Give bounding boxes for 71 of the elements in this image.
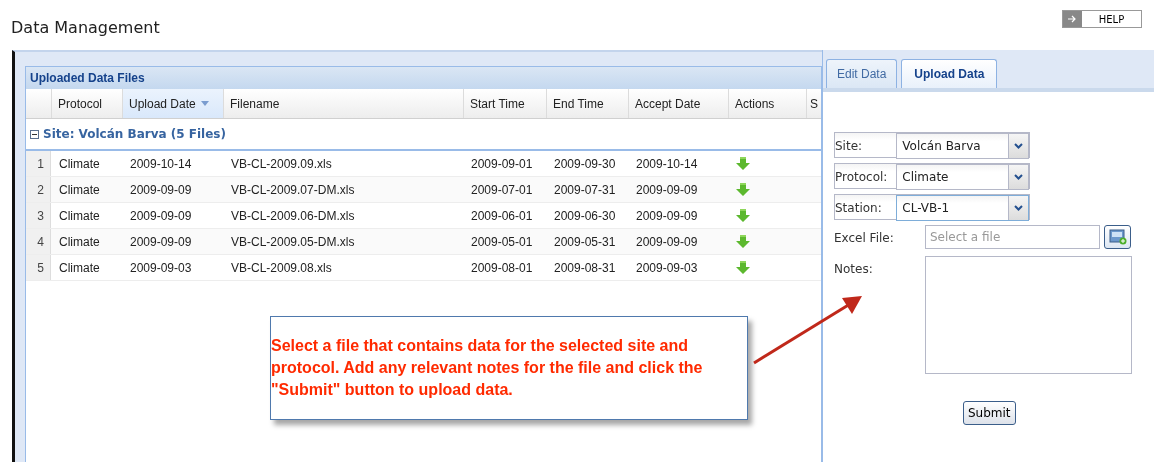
chevron-down-icon[interactable] [1014, 205, 1023, 211]
column-header[interactable]: Accept Date [628, 89, 728, 118]
field-label: Notes: [834, 261, 874, 276]
row-number: 5 [26, 255, 51, 280]
table-cell-text: 2009-06-01 [470, 207, 534, 225]
table-cell-text: 2009-06-30 [553, 207, 617, 225]
row-number: 3 [26, 203, 51, 228]
column-header[interactable]: Upload Date [122, 89, 223, 118]
table-cell-text: VB-CL-2009.09.xls [230, 155, 333, 173]
table-cell-text: 2009-05-01 [470, 233, 534, 251]
sort-desc-icon [200, 101, 209, 106]
column-header[interactable]: Filename [223, 89, 463, 118]
group-title: Site: Volcán Barva (5 Files) [43, 127, 226, 141]
table-cell-text: VB-CL-2009.08.xls [230, 259, 333, 277]
panel-title: Uploaded Data Files [26, 67, 821, 89]
submit-button[interactable]: Submit [963, 401, 1016, 425]
table-cell-text: 2009-05-31 [553, 233, 617, 251]
download-icon[interactable] [736, 157, 750, 170]
field-label: Excel File: [834, 230, 895, 245]
help-button[interactable]: HELP [1062, 10, 1142, 28]
field-label: Protocol: [835, 169, 889, 186]
table-cell-text: VB-CL-2009.05-DM.xls [230, 233, 356, 251]
download-icon[interactable] [736, 183, 750, 196]
row-number: 4 [26, 229, 51, 254]
table-cell-text: Climate [58, 233, 101, 251]
table-cell-text: 2009-08-31 [553, 259, 617, 277]
chevron-down-icon[interactable] [1014, 174, 1023, 180]
table-cell-text: 2009-10-14 [129, 155, 193, 173]
dropdown-field[interactable]: Volcán Barva [896, 133, 1029, 159]
tab[interactable]: Upload Data [901, 59, 998, 88]
table-cell-text: VB-CL-2009.07-DM.xls [230, 181, 356, 199]
table-cell-text: 2009-09-01 [470, 155, 534, 173]
download-icon[interactable] [736, 261, 750, 274]
table-cell-text: 2009-09-09 [635, 207, 699, 225]
row-number: 1 [26, 151, 51, 176]
table-cell-text: Climate [58, 207, 101, 225]
table-cell-text: 2009-09-09 [635, 181, 699, 199]
table-cell-text: VB-CL-2009.06-DM.xls [230, 207, 356, 225]
table-cell-text: 2009-09-03 [635, 259, 699, 277]
column-header[interactable]: Actions [728, 89, 806, 118]
table-cell-text: 2009-09-09 [635, 233, 699, 251]
table-cell-text: Climate [58, 259, 101, 277]
callout-text: Select a file that contains data for the selected site and protocol. Add any relevant notes for the file and click the "Submit" button to upload data. [270, 316, 748, 420]
column-header[interactable]: Start Time [463, 89, 546, 118]
notes-field[interactable] [925, 256, 1132, 374]
download-icon[interactable] [736, 235, 750, 248]
page-title: Data Management [11, 18, 160, 37]
table-cell-text: 2009-08-01 [470, 259, 534, 277]
tab[interactable]: Edit Data [826, 59, 898, 88]
table-cell-text: 2009-07-31 [553, 181, 617, 199]
collapse-icon[interactable] [30, 129, 39, 139]
dropdown-field[interactable]: CL-VB-1 [896, 195, 1029, 221]
table-cell-text: Climate [58, 181, 101, 199]
table-cell-text: 2009-09-09 [129, 233, 193, 251]
row-number: 2 [26, 177, 51, 202]
download-icon[interactable] [736, 209, 750, 222]
field-label: Site: [835, 138, 864, 155]
table-cell-text: 2009-07-01 [470, 181, 534, 199]
chevron-down-icon[interactable] [1014, 143, 1023, 149]
file-field[interactable]: Select a file [925, 225, 1100, 249]
column-header[interactable]: S [806, 89, 821, 118]
table-cell-text: 2009-09-09 [129, 181, 193, 199]
table-cell-text: Climate [58, 155, 101, 173]
table-cell-text: 2009-09-03 [129, 259, 193, 277]
field-label: Station: [835, 200, 883, 217]
dropdown-field[interactable]: Climate [896, 164, 1029, 190]
browse-button[interactable] [1104, 225, 1131, 249]
table-cell-text: 2009-10-14 [635, 155, 699, 173]
table-cell-text: 2009-09-30 [553, 155, 617, 173]
table-cell-text: 2009-09-09 [129, 207, 193, 225]
column-header[interactable]: End Time [546, 89, 628, 118]
